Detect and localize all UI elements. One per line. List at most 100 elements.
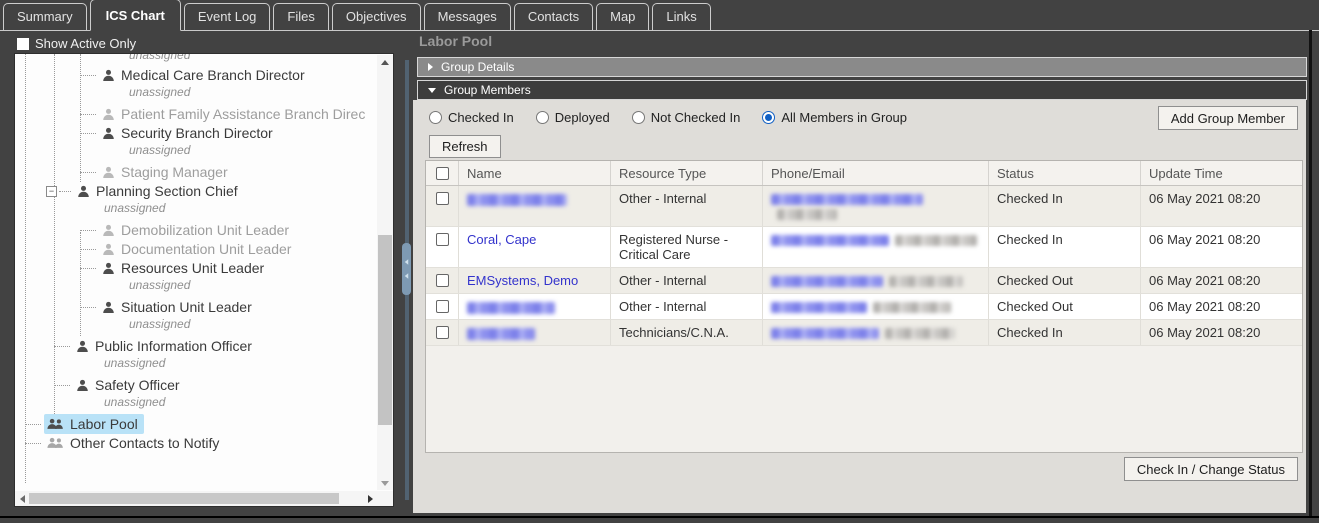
tab-event-log[interactable]: Event Log <box>183 3 271 30</box>
person-icon <box>76 379 89 392</box>
redacted-member-name[interactable] <box>467 193 567 206</box>
redacted-member-name[interactable] <box>467 327 535 340</box>
phone-email-cell <box>763 227 989 267</box>
tree-vertical-scrollbar[interactable] <box>377 55 393 490</box>
tree-node-public-information-officer[interactable]: Public Information Officer <box>16 337 376 355</box>
collapse-minus-icon[interactable]: − <box>46 185 57 197</box>
members-table-body: Other - Internal Checked In 06 May 2021 08… <box>426 186 1302 346</box>
tab-contacts[interactable]: Contacts <box>513 3 594 30</box>
status-cell: Checked Out <box>989 294 1141 319</box>
redacted-member-name[interactable] <box>467 301 555 314</box>
radio-button-icon[interactable] <box>762 111 776 124</box>
member-name-link[interactable]: EMSystems, Demo <box>467 273 578 288</box>
tree-node-label: Patient Family Assistance Branch Direc <box>121 106 366 122</box>
refresh-button[interactable]: Refresh <box>429 135 501 158</box>
tree-node-sublabel: unassigned <box>104 356 166 370</box>
radio-label: Not Checked In <box>650 110 741 125</box>
splitter-collapse-handle[interactable] <box>402 243 411 295</box>
status-cell: Checked In <box>989 320 1141 345</box>
row-checkbox[interactable] <box>435 326 449 339</box>
tab-messages[interactable]: Messages <box>423 3 511 30</box>
redacted-email <box>771 302 867 314</box>
select-all-checkbox[interactable] <box>435 167 449 180</box>
radio-not-checked-in[interactable]: Not Checked In <box>631 110 741 125</box>
check-in-change-status-button[interactable]: Check In / Change Status <box>1123 457 1298 481</box>
column-header-resource-type: Resource Type <box>611 161 763 185</box>
tree-node-patient-family-assistance-branch-direc[interactable]: Patient Family Assistance Branch Direc <box>16 105 376 123</box>
group-icon <box>47 418 64 430</box>
phone-email-cell <box>763 186 989 226</box>
panel-title: Labor Pool <box>419 33 493 49</box>
group-members-section-header[interactable]: Group Members <box>417 80 1307 100</box>
tree-node-resources-unit-leader[interactable]: Resources Unit Leader <box>16 259 376 277</box>
tree-hscroll-thumb[interactable] <box>29 493 339 504</box>
tree-node-security-branch-director[interactable]: Security Branch Director <box>16 124 376 142</box>
tree-node-label: Demobilization Unit Leader <box>121 222 290 238</box>
tab-ics-chart[interactable]: ICS Chart <box>89 0 181 31</box>
radio-button-icon[interactable] <box>631 111 645 124</box>
tree-node-labor-pool[interactable]: Labor Pool <box>16 414 376 434</box>
row-checkbox[interactable] <box>435 274 449 287</box>
table-row: Other - Internal Checked Out 06 May 2021 0… <box>426 294 1302 320</box>
show-active-only-checkbox[interactable] <box>17 37 29 50</box>
person-icon <box>102 243 115 256</box>
tree-connector <box>80 306 96 308</box>
tab-summary[interactable]: Summary <box>3 3 87 30</box>
row-checkbox[interactable] <box>435 300 449 313</box>
tree-node-situation-unit-leader[interactable]: Situation Unit Leader <box>16 298 376 316</box>
person-icon <box>77 185 90 198</box>
tree-node-label: Medical Care Branch Director <box>121 67 305 83</box>
tree-node-other-contacts-to-notify[interactable]: Other Contacts to Notify <box>16 434 376 452</box>
tree-vscroll-thumb[interactable] <box>378 235 392 425</box>
tree-node-safety-officer[interactable]: Safety Officer <box>16 376 376 394</box>
redacted-email <box>771 328 879 340</box>
group-details-label: Group Details <box>441 60 515 74</box>
radio-label: All Members in Group <box>781 110 908 125</box>
tree-node-demobilization-unit-leader[interactable]: Demobilization Unit Leader <box>16 221 376 239</box>
group-members-content: Checked In Deployed Not Checked In All Memb… <box>413 100 1306 513</box>
row-checkbox[interactable] <box>435 192 449 205</box>
chevron-down-icon <box>428 87 436 93</box>
tree-node-content: Demobilization Unit Leader <box>99 220 295 240</box>
collapse-left-icon <box>404 259 409 265</box>
scroll-down-icon[interactable] <box>377 476 393 490</box>
redacted-phone <box>889 276 963 288</box>
tab-links[interactable]: Links <box>652 3 711 30</box>
status-cell: Checked In <box>989 186 1141 226</box>
radio-button-icon[interactable] <box>535 111 549 124</box>
redacted-email <box>771 235 889 247</box>
tab-files[interactable]: Files <box>273 3 329 30</box>
update-time-cell: 06 May 2021 08:20 <box>1149 273 1261 288</box>
tab-objectives[interactable]: Objectives <box>331 3 421 30</box>
tree-node-staging-manager[interactable]: Staging Manager <box>16 163 376 181</box>
scroll-up-icon[interactable] <box>377 55 393 69</box>
radio-all-members-in-group[interactable]: All Members in Group <box>762 110 907 125</box>
status-cell: Checked In <box>989 227 1141 267</box>
scroll-left-icon[interactable] <box>15 491 29 506</box>
update-time-cell: 06 May 2021 08:20 <box>1149 191 1261 206</box>
radio-checked-in[interactable]: Checked In <box>429 110 514 125</box>
add-group-member-button[interactable]: Add Group Member <box>1157 106 1298 130</box>
scrollbar-corner <box>377 491 393 506</box>
tree-horizontal-scrollbar[interactable] <box>15 491 377 506</box>
tree-node-label: Safety Officer <box>95 377 180 393</box>
group-members-label: Group Members <box>444 83 531 97</box>
column-header-phone-email: Phone/Email <box>763 161 989 185</box>
phone-email-cell <box>763 294 989 319</box>
person-icon <box>102 224 115 237</box>
tree-node-label: Other Contacts to Notify <box>70 435 220 451</box>
tree-node-medical-care-branch-director[interactable]: Medical Care Branch Director <box>16 66 376 84</box>
radio-deployed[interactable]: Deployed <box>535 110 610 125</box>
group-details-section-header[interactable]: Group Details <box>417 57 1307 77</box>
person-icon <box>102 127 115 140</box>
tree-node-planning-section-chief[interactable]: − Planning Section Chief <box>16 182 376 200</box>
column-header-update-time: Update Time <box>1149 166 1223 181</box>
person-icon <box>102 166 115 179</box>
resource-type-cell: Other - Internal <box>611 294 763 319</box>
scroll-right-icon[interactable] <box>363 491 377 506</box>
row-checkbox[interactable] <box>435 233 449 246</box>
tab-map[interactable]: Map <box>596 3 650 30</box>
member-name-link[interactable]: Coral, Cape <box>467 232 536 247</box>
radio-button-icon[interactable] <box>429 111 442 124</box>
tree-node-documentation-unit-leader[interactable]: Documentation Unit Leader <box>16 240 376 258</box>
